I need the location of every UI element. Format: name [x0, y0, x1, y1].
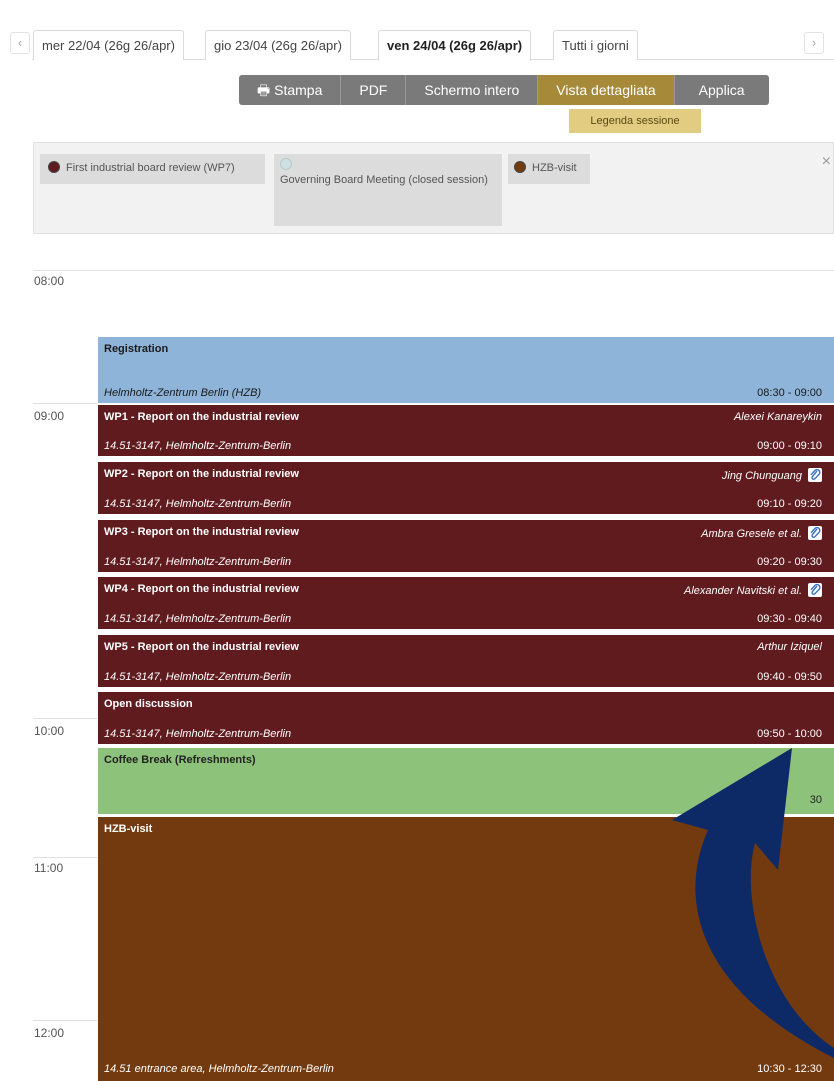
tab-day-1[interactable]: mer 22/04 (26g 26/apr)	[33, 30, 184, 60]
tab-day-3[interactable]: ven 24/04 (26g 26/apr)	[378, 30, 532, 61]
legend-item-label: HZB-visit	[532, 162, 577, 174]
hour-label: 12:00	[34, 1026, 65, 1040]
entry-location: 14.51-3147, Helmholtz-Zentrum-Berlin	[104, 498, 292, 510]
entry-title: Coffee Break (Refreshments)	[104, 754, 256, 766]
paperclip-icon[interactable]	[808, 583, 822, 597]
entry-location: 14.51-3147, Helmholtz-Zentrum-Berlin	[104, 671, 292, 683]
legend-item-governing-board: Governing Board Meeting (closed session)	[274, 154, 502, 226]
day-tabs: ‹ mer 22/04 (26g 26/apr) gio 23/04 (26g …	[0, 28, 834, 61]
entry-title: Registration	[104, 343, 169, 355]
detailed-view-button[interactable]: Vista dettagliata	[538, 75, 675, 105]
timetable-entry-wp1[interactable]: WP1 - Report on the industrial review Al…	[98, 405, 834, 456]
legend-item-wp7: First industrial board review (WP7)	[40, 154, 265, 184]
entry-time: 09:50 - 10:00	[757, 728, 822, 740]
entry-speaker: Arthur Iziquel	[757, 641, 822, 653]
entry-title: WP2 - Report on the industrial review	[104, 468, 299, 480]
print-button[interactable]: 🖶 Stampa	[239, 75, 342, 105]
hour-line	[33, 1020, 97, 1021]
hour-label: 10:00	[34, 724, 65, 738]
entry-location: 14.51-3147, Helmholtz-Zentrum-Berlin	[104, 728, 292, 740]
entry-location: 14.51-3147, Helmholtz-Zentrum-Berlin	[104, 556, 292, 568]
entry-title: WP3 - Report on the industrial review	[104, 526, 299, 538]
entry-time: 09:20 - 09:30	[757, 556, 822, 568]
entry-speaker: Jing Chunguang	[722, 468, 822, 482]
printer-icon: 🖶	[257, 82, 271, 98]
session-color-dot	[48, 161, 60, 173]
entry-time: 09:30 - 09:40	[757, 613, 822, 625]
curved-arrow-icon	[672, 748, 834, 1058]
entry-speaker: Alexei Kanareykin	[733, 411, 822, 423]
fullscreen-button[interactable]: Schermo intero	[406, 75, 539, 105]
timetable-entry-wp5[interactable]: WP5 - Report on the industrial review Ar…	[98, 635, 834, 687]
toolbar: 🖶 Stampa PDF Schermo intero Vista dettag…	[239, 75, 769, 105]
entry-time: 09:40 - 09:50	[757, 671, 822, 683]
entry-speaker: Alexander Navitski et al.	[684, 583, 822, 597]
speaker-name: Ambra Gresele et al.	[701, 528, 802, 540]
legend-item-label: First industrial board review (WP7)	[66, 162, 235, 174]
entry-location: Helmholtz-Zentrum Berlin (HZB)	[104, 387, 262, 399]
entry-time: 08:30 - 09:00	[757, 387, 822, 399]
tab-all-days[interactable]: Tutti i giorni	[553, 30, 638, 60]
entry-time: 10:30 - 12:30	[757, 1063, 822, 1075]
tabs-prev-arrow[interactable]: ‹	[10, 32, 30, 54]
entry-title: HZB-visit	[104, 823, 153, 835]
timetable-entry-open-discussion[interactable]: Open discussion 14.51-3147, Helmholtz-Ze…	[98, 692, 834, 744]
session-color-dot	[514, 161, 526, 173]
close-icon[interactable]: ×	[822, 153, 831, 171]
print-label: Stampa	[274, 82, 323, 98]
paperclip-icon[interactable]	[808, 526, 822, 540]
session-color-dot	[280, 158, 292, 170]
timetable-top-rule	[33, 270, 834, 271]
tab-day-2[interactable]: gio 23/04 (26g 26/apr)	[205, 30, 351, 60]
entry-title: WP5 - Report on the industrial review	[104, 641, 299, 653]
hour-line	[33, 403, 97, 404]
hour-label: 09:00	[34, 409, 65, 423]
timetable-entry-wp2[interactable]: WP2 - Report on the industrial review Ji…	[98, 462, 834, 514]
session-legend: First industrial board review (WP7) Gove…	[33, 142, 834, 234]
paperclip-icon[interactable]	[808, 468, 822, 482]
hour-label: 08:00	[34, 274, 65, 288]
speaker-name: Jing Chunguang	[721, 470, 802, 482]
entry-time: 09:10 - 09:20	[757, 498, 822, 510]
entry-speaker: Ambra Gresele et al.	[701, 526, 822, 540]
entry-title: WP4 - Report on the industrial review	[104, 583, 299, 595]
session-legend-tag[interactable]: Legenda sessione	[569, 109, 701, 133]
timetable-entry-wp4[interactable]: WP4 - Report on the industrial review Al…	[98, 577, 834, 629]
apply-button[interactable]: Applica	[674, 75, 769, 105]
legend-item-label: Governing Board Meeting (closed session)	[280, 174, 488, 186]
timetable-entry-registration[interactable]: Registration Helmholtz-Zentrum Berlin (H…	[98, 337, 834, 403]
entry-location: 14.51-3147, Helmholtz-Zentrum-Berlin	[104, 613, 292, 625]
hour-line	[33, 857, 97, 858]
speaker-name: Alexander Navitski et al.	[684, 585, 802, 597]
hour-label: 11:00	[34, 861, 64, 875]
hour-line	[33, 718, 97, 719]
tabs-next-arrow[interactable]: ›	[804, 32, 824, 54]
entry-title: Open discussion	[104, 698, 193, 710]
entry-location: 14.51 entrance area, Helmholtz-Zentrum-B…	[104, 1063, 334, 1075]
entry-location: 14.51-3147, Helmholtz-Zentrum-Berlin	[104, 440, 292, 452]
entry-title: WP1 - Report on the industrial review	[104, 411, 299, 423]
pdf-button[interactable]: PDF	[341, 75, 407, 105]
entry-time: 09:00 - 09:10	[757, 440, 822, 452]
timetable-entry-wp3[interactable]: WP3 - Report on the industrial review Am…	[98, 520, 834, 572]
legend-item-hzb-visit: HZB-visit	[508, 154, 590, 184]
